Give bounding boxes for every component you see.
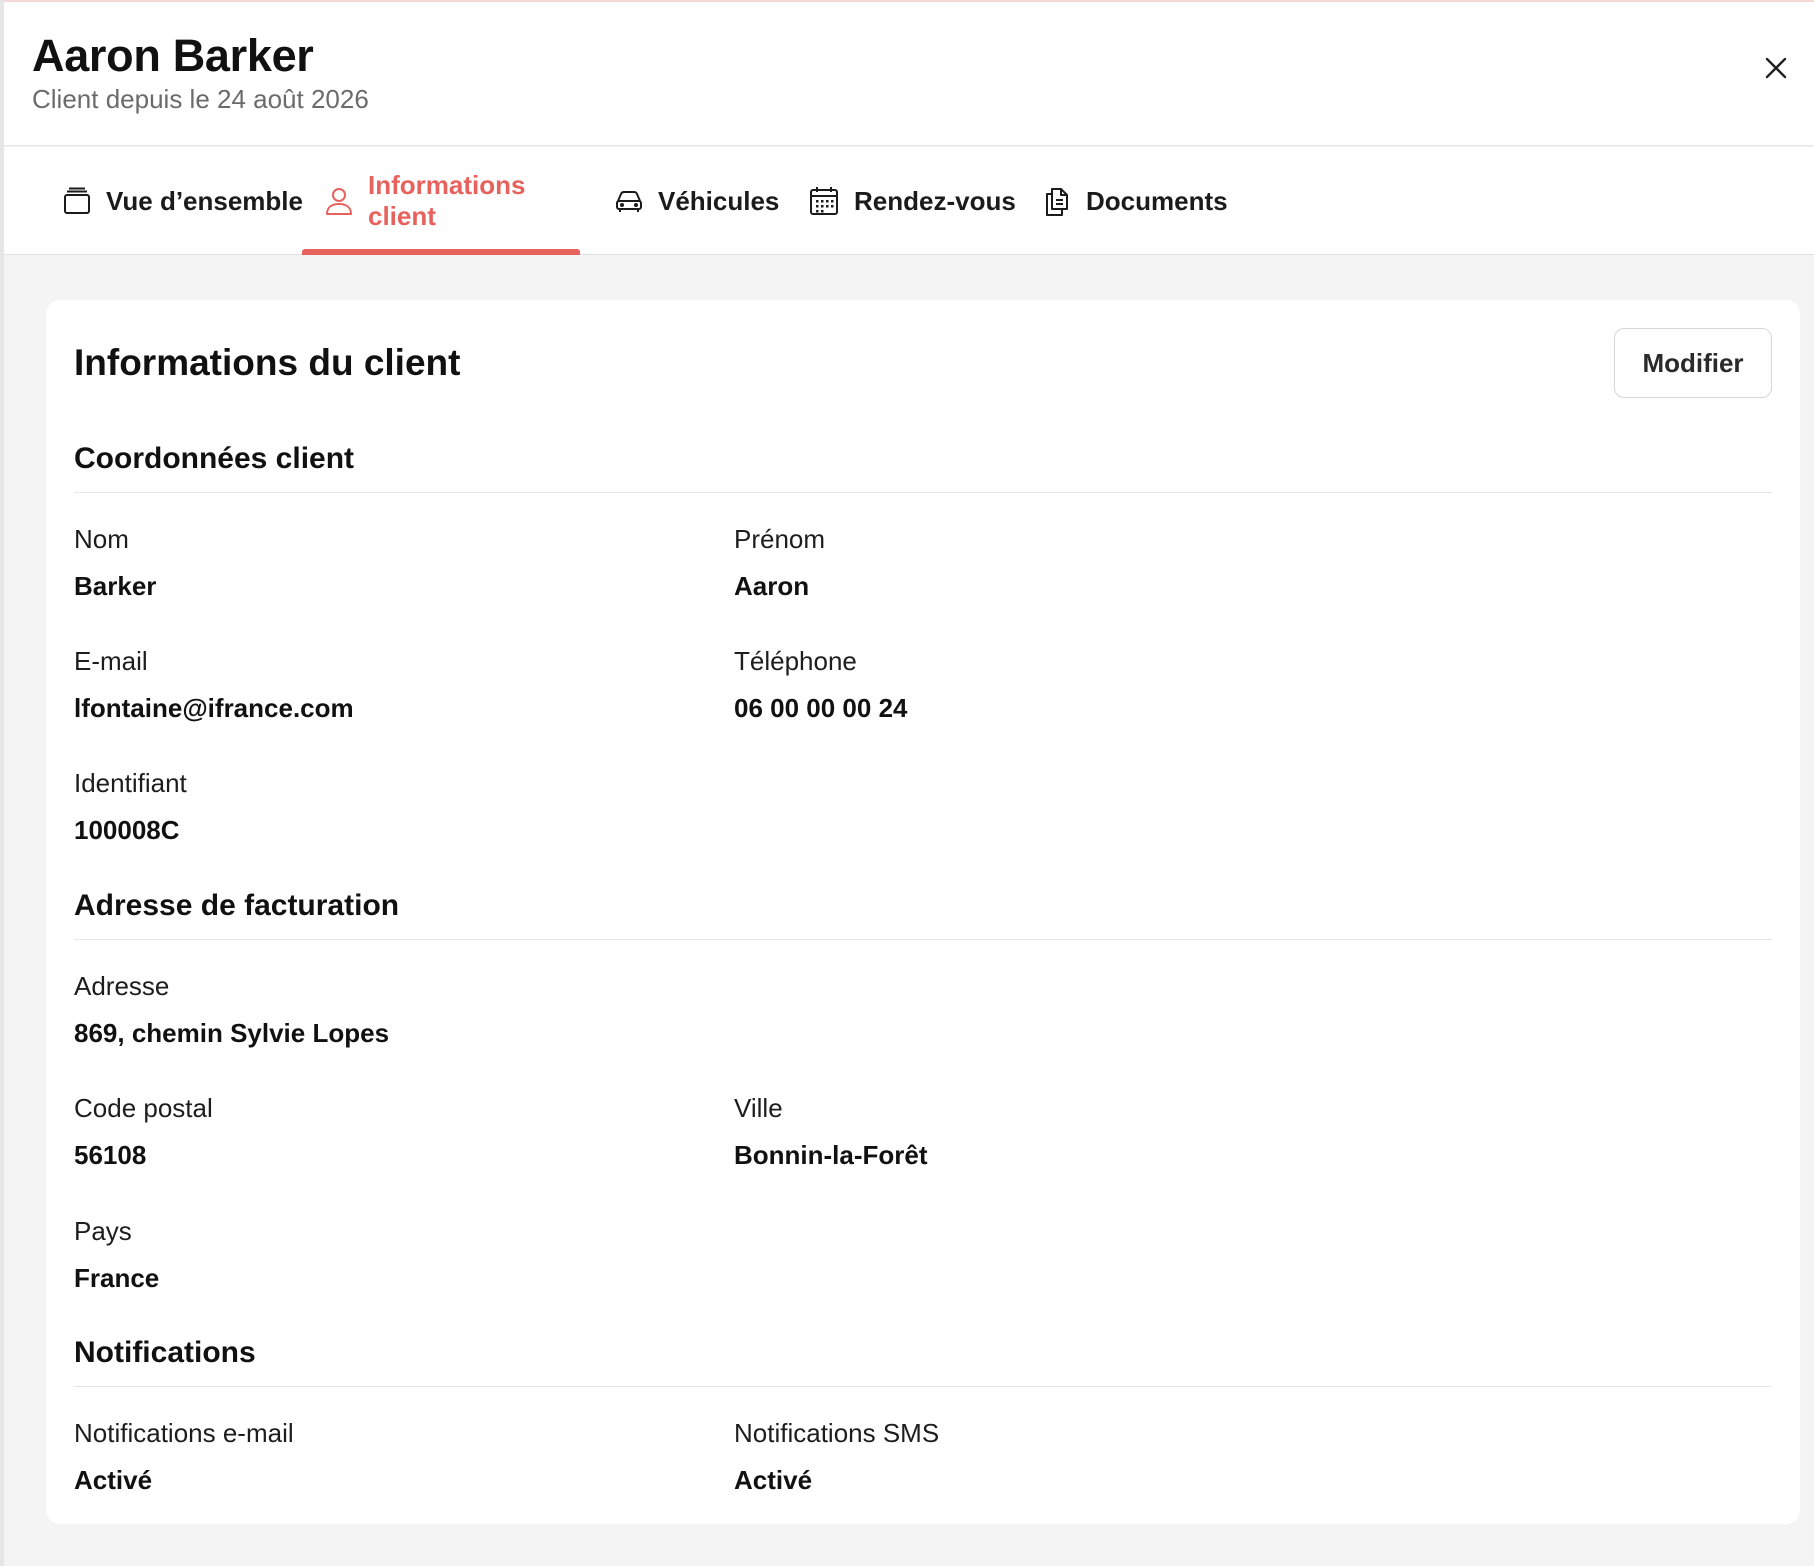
- field-label: Notifications e-mail: [74, 1418, 294, 1448]
- tab-vehicles-label: Véhicules: [658, 185, 780, 216]
- documents-icon: [1042, 185, 1072, 217]
- client-since: Client depuis le 24 août 2026: [32, 84, 369, 114]
- section-divider: [74, 939, 1772, 940]
- card-title: Informations du client: [74, 342, 461, 383]
- field-value: 100008C: [74, 815, 180, 845]
- field-country: Pays France: [74, 1216, 159, 1294]
- close-icon: [1765, 57, 1787, 79]
- field-first-name: Prénom Aaron: [734, 524, 825, 602]
- overview-icon: [62, 186, 92, 216]
- field-phone: Téléphone 06 00 00 00 24: [734, 646, 908, 724]
- field-address: Adresse 869, chemin Sylvie Lopes: [74, 971, 389, 1049]
- tab-documents[interactable]: Documents: [1020, 147, 1250, 255]
- tab-appointments[interactable]: Rendez-vous: [786, 147, 1038, 255]
- field-postal-code: Code postal 56108: [74, 1093, 213, 1171]
- field-value: 56108: [74, 1140, 147, 1170]
- field-label: Nom: [74, 524, 129, 554]
- field-label: E-mail: [74, 646, 148, 676]
- active-tab-indicator: [302, 249, 580, 255]
- client-info-card: Informations du client Modifier Coordonn…: [46, 300, 1800, 1524]
- field-value: lfontaine@ifrance.com: [74, 693, 354, 723]
- field-value: Activé: [734, 1465, 813, 1495]
- panel-header: Aaron Barker Client depuis le 24 août 20…: [4, 2, 1814, 146]
- field-label: Adresse: [74, 971, 170, 1001]
- field-email-notifications: Notifications e-mail Activé: [74, 1418, 294, 1496]
- field-label: Prénom: [734, 524, 826, 554]
- field-value: 869, chemin Sylvie Lopes: [74, 1018, 390, 1048]
- section-title-notifications: Notifications: [74, 1336, 256, 1369]
- field-value: Activé: [74, 1465, 153, 1495]
- section-divider: [74, 1386, 1772, 1387]
- user-icon: [324, 186, 354, 216]
- field-value: Aaron: [734, 571, 810, 601]
- tab-client-info-label: Informations client: [368, 170, 526, 231]
- field-label: Téléphone: [734, 646, 857, 676]
- field-value: France: [74, 1263, 160, 1293]
- field-label: Identifiant: [74, 768, 187, 798]
- field-label: Ville: [734, 1093, 783, 1123]
- field-last-name: Nom Barker: [74, 524, 156, 602]
- tab-bar: Vue d’ensemble Informations client Véhic…: [4, 147, 1814, 255]
- client-detail-panel: Aaron Barker Client depuis le 24 août 20…: [4, 0, 1814, 1566]
- field-value: Barker: [74, 571, 157, 601]
- field-value: Bonnin-la-Forêt: [734, 1140, 928, 1170]
- tab-client-info[interactable]: Informations client: [302, 147, 580, 255]
- section-title-coordinates: Coordonnées client: [74, 442, 355, 475]
- client-name: Aaron Barker: [32, 30, 314, 81]
- field-label: Code postal: [74, 1093, 213, 1123]
- car-icon: [614, 186, 644, 216]
- field-value: 06 00 00 00 24: [734, 693, 908, 723]
- section-title-billing-address: Adresse de facturation: [74, 889, 400, 922]
- tab-vehicles[interactable]: Véhicules: [592, 147, 801, 255]
- field-email: E-mail lfontaine@ifrance.com: [74, 646, 354, 724]
- close-button[interactable]: [1758, 50, 1794, 86]
- section-divider: [74, 492, 1772, 493]
- field-label: Pays: [74, 1216, 132, 1246]
- tab-overview[interactable]: Vue d’ensemble: [40, 147, 325, 255]
- tab-overview-label: Vue d’ensemble: [106, 185, 303, 216]
- field-label: Notifications SMS: [734, 1418, 940, 1448]
- calendar-icon: [808, 185, 840, 217]
- tab-documents-label: Documents: [1086, 185, 1228, 216]
- field-identifier: Identifiant 100008C: [74, 768, 187, 846]
- tab-appointments-label: Rendez-vous: [854, 185, 1016, 216]
- field-city: Ville Bonnin-la-Forêt: [734, 1093, 928, 1171]
- modify-button[interactable]: Modifier: [1614, 328, 1772, 398]
- field-sms-notifications: Notifications SMS Activé: [734, 1418, 939, 1496]
